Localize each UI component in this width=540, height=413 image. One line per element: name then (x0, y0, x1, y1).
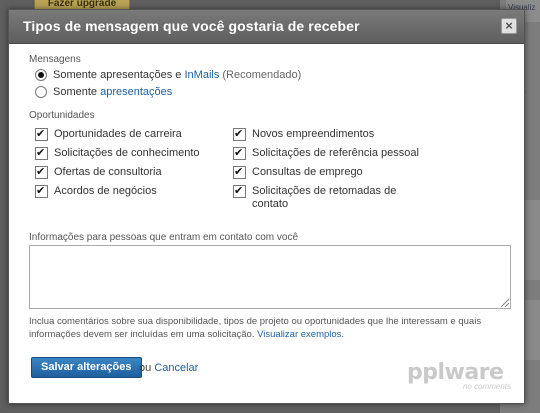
checkbox-checked-icon[interactable] (35, 184, 48, 198)
checkbox-checked-icon[interactable] (35, 146, 48, 160)
help-text-body: Inclua comentários sobre sua disponibili… (29, 316, 482, 340)
checkbox-checked-icon[interactable] (35, 127, 48, 141)
checkbox-checked-icon[interactable] (233, 146, 246, 160)
checkbox-checked-icon[interactable] (233, 184, 246, 198)
checkbox-business-deals[interactable]: Acordos de negócios (35, 184, 157, 198)
checkbox-label: Solicitações de referência pessoal (252, 147, 419, 159)
view-examples-link[interactable]: Visualizar exemplos. (257, 329, 344, 340)
checkbox-label: Ofertas de consultoria (54, 166, 162, 178)
checkbox-label: Consultas de emprego (252, 166, 363, 178)
contact-info-textarea[interactable] (29, 245, 511, 309)
checkbox-expertise-requests[interactable]: Solicitações de conhecimento (35, 146, 200, 160)
checkbox-checked-icon[interactable] (233, 127, 246, 141)
checkbox-checked-icon[interactable] (233, 165, 246, 179)
checkbox-label: Oportunidades de carreira (54, 128, 182, 140)
checkbox-consulting-offers[interactable]: Ofertas de consultoria (35, 165, 162, 179)
radio-intros-only[interactable]: Somente apresentações (29, 83, 514, 100)
checkbox-new-ventures[interactable]: Novos empreendimentos (233, 127, 375, 141)
radio-button-icon[interactable] (35, 85, 47, 98)
close-icon[interactable]: × (501, 18, 517, 34)
checkbox-label: Novos empreendimentos (252, 128, 375, 140)
checkbox-label: Solicitações de conhecimento (54, 147, 200, 159)
resize-grip-icon[interactable] (499, 297, 509, 307)
save-changes-button[interactable]: Salvar alterações (31, 357, 142, 378)
recommended-note: (Recomendado) (222, 68, 302, 81)
inmails-link[interactable]: InMails (184, 69, 219, 81)
opportunities-checkbox-grid: Oportunidades de carreira Solicitações d… (29, 126, 514, 222)
opportunities-section-label: Oportunidades (29, 110, 95, 121)
watermark-logo: pplware (407, 360, 504, 385)
message-types-dialog: Tipos de mensagem que você gostaria de r… (8, 9, 525, 404)
checkbox-career-opportunities[interactable]: Oportunidades de carreira (35, 127, 182, 141)
contact-info-label: Informações para pessoas que entram em c… (29, 232, 299, 243)
radio-label: Somente apresentações (53, 86, 172, 98)
pplware-watermark: pplware no comments (407, 362, 515, 392)
radio-label: Somente apresentações e InMails (Recomen… (53, 69, 301, 81)
checkbox-checked-icon[interactable] (35, 165, 48, 179)
dialog-body: Mensagens Somente apresentações e InMail… (29, 54, 514, 222)
cancel-link[interactable]: Cancelar (154, 362, 198, 374)
help-text: Inclua comentários sobre sua disponibili… (29, 315, 511, 341)
checkbox-job-inquiries[interactable]: Consultas de emprego (233, 165, 363, 179)
dialog-title: Tipos de mensagem que você gostaria de r… (23, 18, 360, 34)
checkbox-label: Acordos de negócios (54, 185, 157, 197)
or-text: ou (139, 362, 152, 374)
radio-button-selected-icon[interactable] (35, 68, 47, 81)
messages-section-label: Mensagens (29, 54, 81, 65)
checkbox-label: Solicitações de retomadas de contato (252, 185, 397, 210)
radio-intros-and-inmails[interactable]: Somente apresentações e InMails (Recomen… (29, 66, 514, 83)
radio-label-text: Somente (53, 85, 98, 98)
checkbox-personal-reference-requests[interactable]: Solicitações de referência pessoal (233, 146, 419, 160)
radio-label-text: Somente apresentações e (53, 68, 182, 81)
cancel-group: ou Cancelar (139, 362, 198, 374)
checkbox-reconnect-requests[interactable]: Solicitações de retomadas de contato (233, 184, 413, 211)
dialog-header: Tipos de mensagem que você gostaria de r… (9, 10, 524, 44)
intros-link[interactable]: apresentações (100, 86, 172, 98)
